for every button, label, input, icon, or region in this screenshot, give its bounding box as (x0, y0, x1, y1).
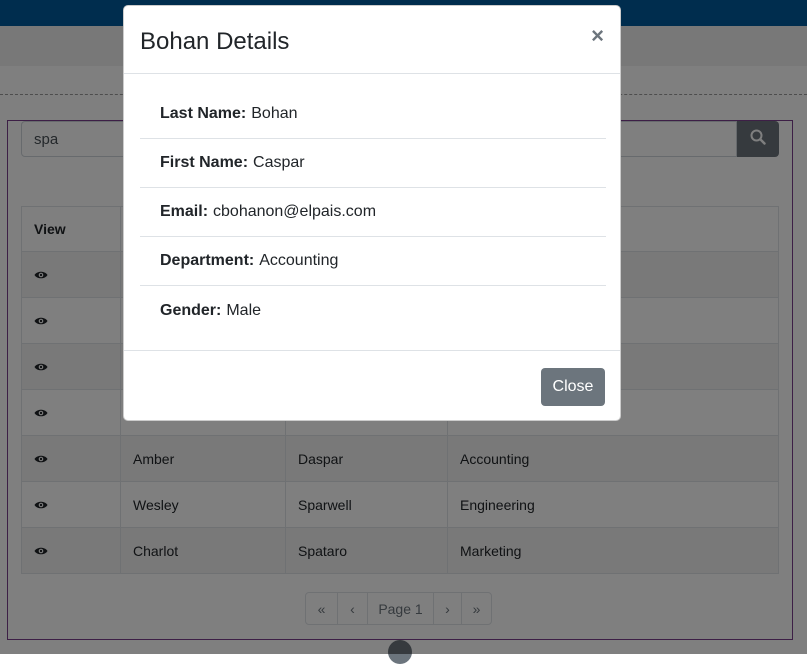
detail-label: Last Name: (160, 105, 247, 122)
modal-footer: Close (124, 350, 620, 420)
detail-first-name: First Name: Caspar (140, 139, 606, 188)
modal-title: Bohan Details (140, 28, 290, 55)
details-modal: Bohan Details × Last Name: Bohan First Na… (123, 5, 621, 421)
detail-label: Department: (160, 252, 255, 269)
detail-label: Gender: (160, 301, 222, 319)
close-button[interactable]: Close (541, 368, 605, 406)
detail-last-name: Last Name: Bohan (140, 90, 606, 139)
detail-email: Email: cbohanon@elpais.com (140, 188, 606, 237)
detail-gender: Gender: Male (140, 286, 606, 335)
modal-header: Bohan Details × (124, 6, 620, 74)
details-list: Last Name: Bohan First Name: Caspar Email:… (140, 90, 606, 335)
detail-label: First Name: (160, 154, 249, 171)
detail-value: Caspar (253, 154, 305, 171)
close-icon[interactable]: × (591, 24, 604, 48)
detail-value: Bohan (251, 105, 298, 122)
detail-value: cbohanon@elpais.com (213, 203, 377, 220)
detail-label: Email: (160, 203, 209, 220)
detail-department: Department: Accounting (140, 237, 606, 286)
detail-value: Accounting (259, 252, 339, 269)
detail-value: Male (226, 301, 262, 319)
